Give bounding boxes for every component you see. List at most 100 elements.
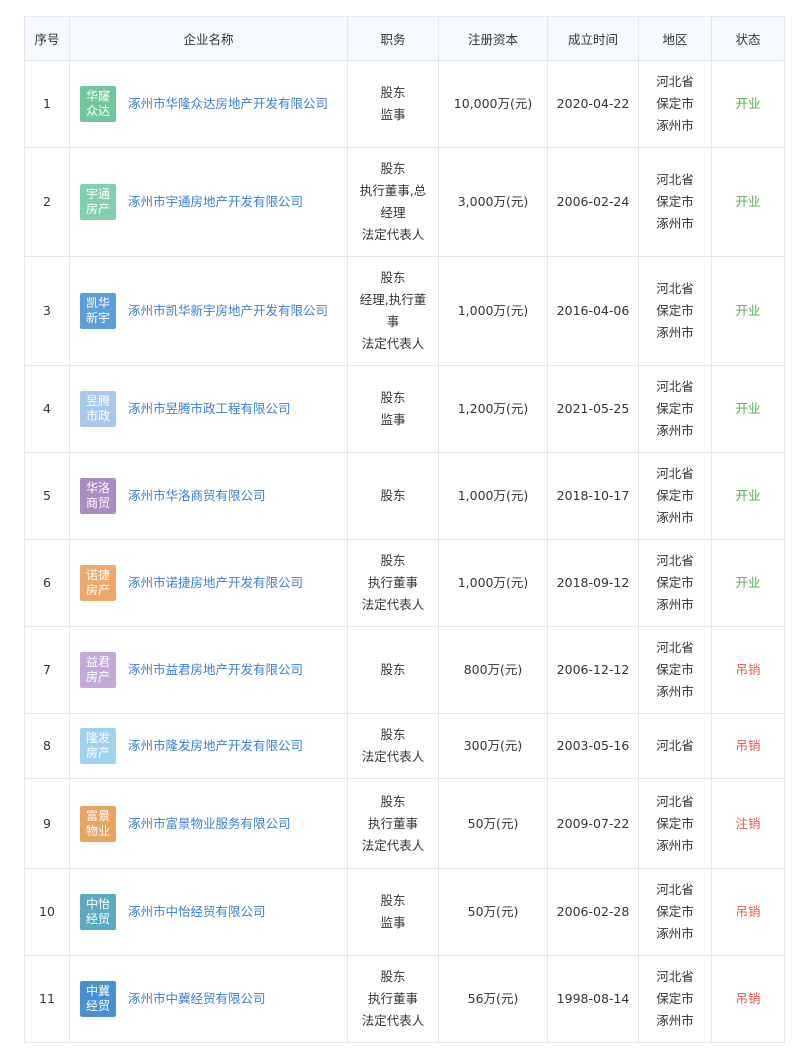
registered-capital: 300万(元) — [438, 713, 548, 779]
company-name-link[interactable]: 涿州市昱腾市政工程有限公司 — [128, 398, 291, 420]
region-line: 河北省 — [656, 640, 694, 655]
company-cell: 凯华新宇 涿州市凯华新宇房地产开发有限公司 — [69, 256, 348, 366]
company-name-link[interactable]: 涿州市隆发房地产开发有限公司 — [128, 735, 303, 757]
header-registered-capital: 注册资本 — [438, 16, 548, 61]
header-region: 地区 — [638, 16, 712, 61]
position-line: 法定代表人 — [361, 597, 425, 612]
company-name-link[interactable]: 涿州市凯华新宇房地产开发有限公司 — [128, 300, 328, 322]
row-index: 7 — [24, 626, 70, 714]
table-row: 6 诺捷房产 涿州市诺捷房地产开发有限公司 股东 执行董事 法定代表人 1,000万(元) 2… — [24, 539, 785, 627]
company-logo-text: 华窿众达 — [85, 89, 110, 118]
status-badge: 开业 — [711, 452, 785, 540]
company-cell: 昱腾市政 涿州市昱腾市政工程有限公司 — [69, 365, 348, 453]
company-logo[interactable]: 宇通房产 — [80, 184, 116, 220]
row-index: 5 — [24, 452, 70, 540]
company-name-link[interactable]: 涿州市中冀经贸有限公司 — [128, 988, 266, 1010]
row-index: 10 — [24, 868, 70, 956]
position-line: 执行董事,总 — [359, 183, 427, 198]
established-date: 1998-08-14 — [547, 955, 639, 1043]
row-index: 6 — [24, 539, 70, 627]
region-cell: 河北省 保定市 涿州市 — [638, 955, 712, 1043]
company-logo[interactable]: 昱腾市政 — [80, 391, 116, 427]
region-line: 涿州市 — [656, 1013, 694, 1028]
position-line: 经理,执行董 — [359, 292, 427, 307]
region-line: 河北省 — [656, 172, 694, 187]
registered-capital: 50万(元) — [438, 778, 548, 869]
region-line: 河北省 — [656, 466, 694, 481]
position-line: 股东 — [380, 727, 406, 742]
registered-capital: 10,000万(元) — [438, 60, 548, 148]
company-logo-text: 益君房产 — [85, 655, 110, 684]
region-line: 涿州市 — [656, 423, 694, 438]
row-index: 4 — [24, 365, 70, 453]
region-cell: 河北省 保定市 涿州市 — [638, 626, 712, 714]
company-logo-text: 诺捷房产 — [85, 568, 110, 597]
position-line: 执行董事 — [367, 991, 418, 1006]
position-line: 股东 — [380, 969, 406, 984]
row-index: 2 — [24, 147, 70, 257]
position-line: 股东 — [380, 270, 406, 285]
position-line: 股东 — [380, 553, 406, 568]
established-date: 2018-09-12 — [547, 539, 639, 627]
company-logo[interactable]: 中冀经贸 — [80, 981, 116, 1017]
registered-capital: 1,000万(元) — [438, 256, 548, 366]
region-line: 保定市 — [656, 96, 694, 111]
row-index: 1 — [24, 60, 70, 148]
company-logo-text: 宇通房产 — [85, 187, 110, 216]
company-logo[interactable]: 诺捷房产 — [80, 565, 116, 601]
registered-capital: 56万(元) — [438, 955, 548, 1043]
company-logo[interactable]: 中怡经贸 — [80, 894, 116, 930]
position-line: 股东 — [380, 85, 406, 100]
status-badge: 吊销 — [711, 955, 785, 1043]
region-cell: 河北省 保定市 涿州市 — [638, 868, 712, 956]
company-logo[interactable]: 隆发房产 — [80, 728, 116, 764]
company-cell: 华窿众达 涿州市华隆众达房地产开发有限公司 — [69, 60, 348, 148]
company-logo[interactable]: 益君房产 — [80, 652, 116, 688]
company-name-link[interactable]: 涿州市益君房地产开发有限公司 — [128, 659, 303, 681]
registered-capital: 1,000万(元) — [438, 452, 548, 540]
region-line: 河北省 — [656, 793, 694, 809]
region-cell: 河北省 保定市 涿州市 — [638, 539, 712, 627]
header-position: 职务 — [347, 16, 439, 61]
company-logo-text: 富景物业 — [85, 808, 110, 838]
company-logo[interactable]: 华窿众达 — [80, 86, 116, 122]
table-row: 2 宇通房产 涿州市宇通房地产开发有限公司 股东 执行董事,总 经理 法定代表人 3,000万… — [24, 147, 785, 257]
company-name-link[interactable]: 涿州市中怡经贸有限公司 — [128, 901, 266, 923]
table-row: 5 华洛商贸 涿州市华洛商贸有限公司 股东 1,000万(元) 2018-10-17 河北省… — [24, 452, 785, 540]
region-line: 涿州市 — [656, 597, 694, 612]
company-name-link[interactable]: 涿州市诺捷房地产开发有限公司 — [128, 572, 303, 594]
position-line: 经理 — [380, 205, 406, 220]
established-date: 2006-12-12 — [547, 626, 639, 714]
region-line: 河北省 — [656, 553, 694, 568]
established-date: 2020-04-22 — [547, 60, 639, 148]
registered-capital: 3,000万(元) — [438, 147, 548, 257]
header-established-date: 成立时间 — [547, 16, 639, 61]
company-name-link[interactable]: 涿州市华洛商贸有限公司 — [128, 485, 266, 507]
company-logo[interactable]: 凯华新宇 — [80, 293, 116, 329]
company-name-link[interactable]: 涿州市宇通房地产开发有限公司 — [128, 191, 303, 213]
position-cell: 股东 — [347, 626, 439, 714]
position-line: 法定代表人 — [361, 837, 425, 853]
region-line: 保定市 — [656, 575, 694, 590]
company-logo-text: 华洛商贸 — [85, 481, 110, 510]
region-line: 涿州市 — [656, 216, 694, 231]
registered-capital: 1,000万(元) — [438, 539, 548, 627]
established-date: 2018-10-17 — [547, 452, 639, 540]
company-logo[interactable]: 富景物业 — [80, 805, 116, 842]
region-cell: 河北省 — [638, 713, 712, 779]
position-cell: 股东 执行董事 法定代表人 — [347, 955, 439, 1043]
company-name-link[interactable]: 涿州市富景物业服务有限公司 — [128, 813, 291, 835]
position-line: 法定代表人 — [361, 749, 425, 764]
position-line: 法定代表人 — [361, 336, 425, 351]
status-badge: 开业 — [711, 539, 785, 627]
position-cell: 股东 监事 — [347, 868, 439, 956]
region-cell: 河北省 保定市 涿州市 — [638, 147, 712, 257]
position-cell: 股东 监事 — [347, 365, 439, 453]
company-logo-text: 中怡经贸 — [85, 897, 110, 926]
region-line: 保定市 — [656, 303, 694, 318]
company-logo-text: 中冀经贸 — [85, 984, 110, 1013]
company-name-link[interactable]: 涿州市华隆众达房地产开发有限公司 — [128, 93, 328, 115]
table-row: 7 益君房产 涿州市益君房地产开发有限公司 股东 800万(元) 2006-12-12 河北… — [24, 626, 785, 714]
company-logo[interactable]: 华洛商贸 — [80, 478, 116, 514]
position-line: 事 — [386, 314, 400, 329]
